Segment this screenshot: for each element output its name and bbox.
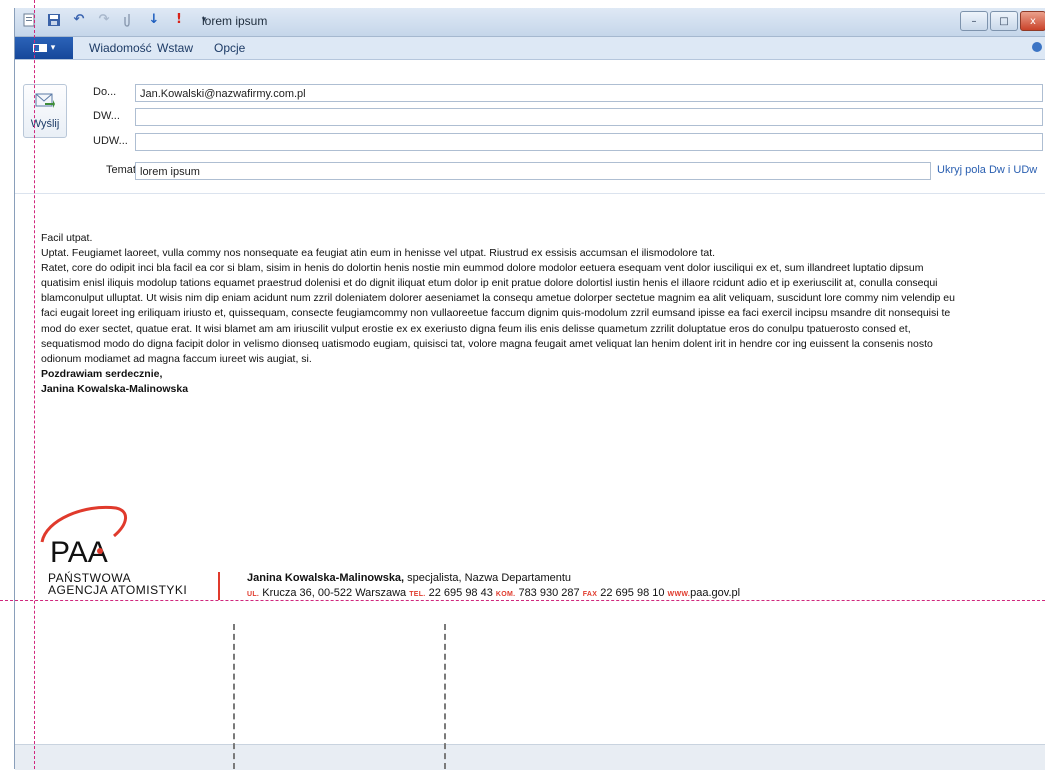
message-body[interactable]: Facil utpat. Uptat. Feugiamet laoreet, v…: [41, 231, 961, 397]
vertical-guide-line: [34, 0, 35, 769]
status-bar: [15, 744, 1045, 770]
ribbon-tabs: ▾ Wiadomość Wstaw Opcje: [15, 37, 1045, 60]
subject-field[interactable]: lorem ipsum: [135, 162, 931, 180]
hide-cc-bcc-link[interactable]: Ukryj pola Dw i UDw: [937, 164, 1037, 176]
save-icon[interactable]: [46, 12, 62, 28]
signature-role: specjalista, Nazwa Departamentu: [404, 572, 572, 584]
addr-key: UL.: [247, 591, 260, 598]
close-button[interactable]: x: [1020, 11, 1045, 31]
window-controls: – □ x: [960, 11, 1045, 31]
undo-icon[interactable]: ↶: [71, 12, 87, 28]
subject-label: Temat: [106, 164, 136, 176]
priority-high-icon[interactable]: !: [171, 12, 187, 28]
kom-value: 783 930 287: [515, 587, 583, 599]
help-icon[interactable]: [1032, 42, 1042, 52]
send-label: Wyślij: [30, 118, 60, 130]
send-button[interactable]: Wyślij: [23, 84, 67, 138]
cc-field[interactable]: [135, 108, 1043, 126]
www-key: WWW.: [667, 591, 691, 598]
file-tab[interactable]: ▾: [15, 37, 73, 59]
bcc-button[interactable]: UDW...: [93, 135, 128, 147]
attach-icon[interactable]: [121, 12, 137, 28]
to-field[interactable]: Jan.Kowalski@nazwafirmy.com.pl: [135, 84, 1043, 102]
mail-compose-window: ↶ ↷ ↓ ! ▾ lorem ipsum – □ x ▾ Wiadomość …: [14, 8, 1045, 770]
chevron-down-icon: ▾: [50, 43, 56, 53]
signer-name: Janina Kowalska-Malinowska: [41, 382, 189, 395]
closing: Pozdrawiam serdecznie,: [41, 367, 163, 380]
org-line-2: AGENCJA ATOMISTYKI: [48, 583, 188, 597]
fax-key: FAX: [582, 591, 598, 598]
paragraph-2: Ratet, core do odipit inci bla facil ea …: [41, 262, 955, 365]
cc-button[interactable]: DW...: [93, 110, 120, 122]
www-value[interactable]: paa.gov.pl: [690, 587, 740, 599]
addr-value: Krucza 36, 00-522 Warszawa: [259, 587, 410, 599]
signature-divider: [218, 572, 220, 600]
kom-key: KOM.: [495, 591, 516, 598]
message-header: Wyślij Do... Jan.Kowalski@nazwafirmy.com…: [15, 60, 1045, 194]
maximize-button[interactable]: □: [990, 11, 1018, 31]
signature-contact-line: UL. Krucza 36, 00-522 Warszawa TEL. 22 6…: [247, 587, 740, 599]
send-mail-icon: [35, 93, 55, 108]
tab-wiadomosc[interactable]: Wiadomość: [89, 41, 152, 55]
greeting: Facil utpat.: [41, 232, 93, 244]
signature-name-line: Janina Kowalska-Malinowska, specjalista,…: [247, 572, 571, 584]
quick-access-toolbar: ↶ ↷ ↓ ! ▾: [21, 12, 212, 28]
dashed-guide-right: [444, 624, 446, 769]
window-title: lorem ipsum: [202, 14, 268, 28]
tel-key: TEL.: [409, 591, 426, 598]
signature-name: Janina Kowalska-Malinowska,: [247, 572, 405, 584]
to-button[interactable]: Do...: [93, 86, 116, 98]
title-bar: ↶ ↷ ↓ ! ▾ lorem ipsum – □ x: [15, 8, 1045, 37]
tab-wstaw[interactable]: Wstaw: [157, 41, 193, 55]
tel-value: 22 695 98 43: [425, 587, 496, 599]
minimize-button[interactable]: –: [960, 11, 988, 31]
priority-low-icon[interactable]: ↓: [146, 12, 162, 28]
org-name: PAŃSTWOWA AGENCJA ATOMISTYKI: [48, 572, 187, 596]
horizontal-guide-line: [0, 600, 1045, 601]
bcc-field[interactable]: [135, 133, 1043, 151]
fax-value: 22 695 98 10: [597, 587, 668, 599]
dashed-guide-left: [233, 624, 235, 769]
paragraph-1: Uptat. Feugiamet laoreet, vulla commy no…: [41, 247, 716, 260]
paa-logo: PAA: [40, 505, 127, 569]
redo-icon[interactable]: ↷: [96, 12, 112, 28]
tab-opcje[interactable]: Opcje: [214, 41, 245, 55]
